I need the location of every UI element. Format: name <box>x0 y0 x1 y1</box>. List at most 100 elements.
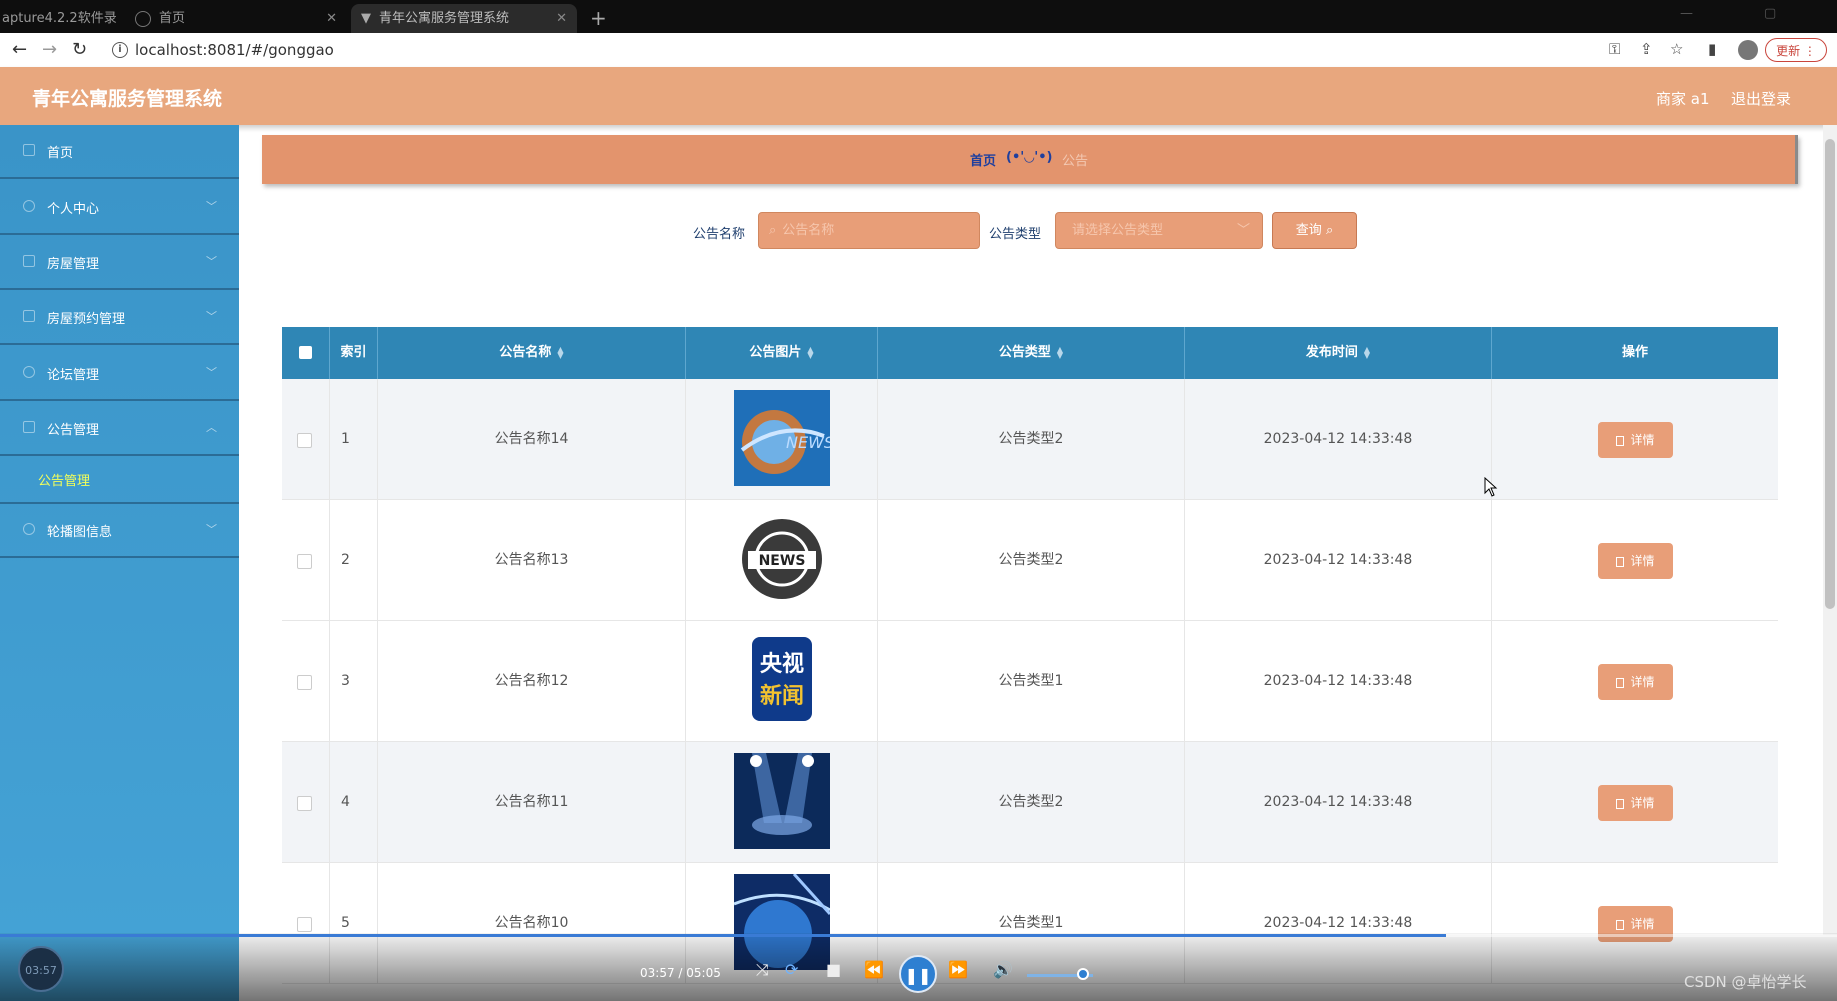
sidebar-subitem-notice[interactable]: 公告管理 <box>0 456 239 504</box>
list-icon <box>23 255 35 267</box>
row-index: 2 <box>330 500 378 620</box>
key-icon[interactable]: ⚿ <box>1609 40 1620 58</box>
video-progress-bar[interactable] <box>0 934 1837 937</box>
tab-recorder[interactable]: apture4.2.2软件录制 <box>0 4 125 55</box>
sidebar-item-booking[interactable]: 房屋预约管理 ﹀ <box>0 291 239 345</box>
col-image[interactable]: 公告图片 ▲ ▼ <box>686 327 878 379</box>
logout-link[interactable]: 退出登录 <box>1731 88 1791 109</box>
current-user: 商家 a1 <box>1656 90 1710 108</box>
url-text[interactable]: localhost:8081/#/gonggao <box>135 41 334 59</box>
player-time-badge: 03:57 <box>18 946 64 992</box>
detail-button[interactable]: 详情 <box>1598 543 1673 579</box>
detail-label: 详情 <box>1630 796 1655 810</box>
sidebar-item-notice[interactable]: 公告管理 ︿ <box>0 402 239 456</box>
sidebar-item-label: 个人中心 <box>47 202 100 217</box>
app-header: 青年公寓服务管理系统 商家 a1 退出登录 <box>0 67 1837 125</box>
row-checkbox[interactable] <box>297 433 312 448</box>
sidebar: 首页 个人中心 ﹀ 房屋管理 ﹀ 房屋预约管理 ﹀ 论坛管理 ﹀ 公告管理 ︿ … <box>0 125 239 1001</box>
news-stage-image[interactable] <box>734 753 830 849</box>
notice-name-input[interactable]: ⌕ 公告名称 <box>758 212 980 249</box>
maximize-icon[interactable]: ▢ <box>1764 6 1776 21</box>
user-icon <box>23 200 35 212</box>
sidebar-item-carousel[interactable]: 轮播图信息 ﹀ <box>0 504 239 558</box>
watermark: CSDN @卓怡学长 <box>1684 973 1807 991</box>
search-icon: ⌕ <box>769 223 777 238</box>
grid-icon <box>23 421 35 433</box>
update-label: 更新 <box>1776 44 1801 58</box>
header-select-all[interactable] <box>282 327 330 379</box>
row-image-cell: 央视 新闻 <box>686 621 878 741</box>
document-icon <box>1616 556 1625 567</box>
col-type[interactable]: 公告类型 ▲ ▼ <box>878 327 1185 379</box>
breadcrumb-home[interactable]: 首页 <box>970 150 996 169</box>
stop-icon[interactable]: ■ <box>826 960 841 979</box>
forward-icon[interactable]: → <box>42 39 57 60</box>
page-scrollbar[interactable] <box>1823 125 1837 935</box>
row-name: 公告名称12 <box>378 621 686 741</box>
row-image-cell: NEWS <box>686 379 878 499</box>
table-row: 3 公告名称12 央视 新闻 公告类型1 2023-04-12 14:33:48… <box>282 621 1778 742</box>
sort-icon[interactable]: ▲ ▼ <box>807 345 813 359</box>
col-action: 操作 <box>1492 327 1778 379</box>
sidepanel-icon[interactable]: ▮ <box>1708 40 1716 58</box>
video-progress-fill <box>0 934 1446 937</box>
news-globe-image[interactable]: NEWS <box>734 390 830 486</box>
tab-app[interactable]: ▼ 青年公寓服务管理系统 ✕ <box>351 4 577 33</box>
sort-icon[interactable]: ▲ ▼ <box>557 345 563 359</box>
close-icon[interactable]: ✕ <box>326 4 337 33</box>
star-icon[interactable]: ☆ <box>1670 40 1683 58</box>
vue-icon: ▼ <box>361 11 371 26</box>
col-label: 公告类型 <box>998 345 1051 360</box>
tab-home[interactable]: 首页 ✕ <box>125 4 347 33</box>
col-name[interactable]: 公告名称 ▲ ▼ <box>378 327 686 379</box>
profile-avatar[interactable] <box>1738 40 1758 60</box>
minimize-icon[interactable]: — <box>1680 6 1693 21</box>
detail-label: 详情 <box>1630 433 1655 447</box>
notice-type-select[interactable]: 请选择公告类型 ﹀ <box>1055 212 1263 249</box>
row-checkbox[interactable] <box>297 796 312 811</box>
table-row: 1 公告名称14 NEWS 公告类型2 2023-04-12 14:33:48 … <box>282 379 1778 500</box>
breadcrumb-separator: (•'◡'•) <box>1006 150 1053 165</box>
col-label: 操作 <box>1621 345 1648 360</box>
news-badge-image[interactable]: NEWS <box>734 511 830 607</box>
row-checkbox[interactable] <box>297 917 312 932</box>
scrollbar-thumb[interactable] <box>1825 139 1835 609</box>
sidebar-item-home[interactable]: 首页 <box>0 125 239 179</box>
fast-forward-icon[interactable]: ⏩ <box>948 960 968 979</box>
sidebar-item-house[interactable]: 房屋管理 ﹀ <box>0 236 239 290</box>
info-icon[interactable]: i <box>112 42 128 58</box>
new-tab-button[interactable]: + <box>590 4 607 33</box>
update-button[interactable]: 更新 ⋮ <box>1765 38 1827 62</box>
breadcrumb-current: 公告 <box>1062 154 1089 169</box>
pause-button[interactable]: ❚❚ <box>899 955 937 993</box>
sort-icon[interactable]: ▲ ▼ <box>1364 345 1370 359</box>
checkbox[interactable] <box>299 346 312 359</box>
share-icon[interactable]: ⇪ <box>1640 40 1653 58</box>
cctv-news-logo[interactable]: 央视 新闻 <box>752 637 812 721</box>
detail-button[interactable]: 详情 <box>1598 664 1673 700</box>
back-icon[interactable]: ← <box>12 39 27 60</box>
document-icon <box>1616 435 1625 446</box>
detail-button[interactable]: 详情 <box>1598 785 1673 821</box>
row-index: 3 <box>330 621 378 741</box>
sidebar-item-forum[interactable]: 论坛管理 ﹀ <box>0 347 239 401</box>
notice-type-label: 公告类型 <box>989 227 1042 242</box>
col-label: 索引 <box>340 345 367 360</box>
volume-knob[interactable] <box>1077 968 1090 980</box>
row-checkbox[interactable] <box>297 554 312 569</box>
query-label: 查询 <box>1295 223 1322 238</box>
shuffle-icon[interactable]: ⤨ <box>756 960 769 980</box>
close-icon[interactable]: ✕ <box>556 4 567 33</box>
detail-button[interactable]: 详情 <box>1598 422 1673 458</box>
sidebar-item-profile[interactable]: 个人中心 ﹀ <box>0 181 239 235</box>
loop-icon[interactable]: ⟳ <box>785 960 798 979</box>
reload-icon[interactable]: ↻ <box>72 39 87 60</box>
select-placeholder: 请选择公告类型 <box>1072 223 1164 238</box>
svg-text:新闻: 新闻 <box>760 683 804 709</box>
rewind-icon[interactable]: ⏪ <box>864 960 884 979</box>
sort-icon[interactable]: ▲ ▼ <box>1057 345 1063 359</box>
volume-icon[interactable]: 🔊 <box>993 960 1013 979</box>
query-button[interactable]: 查询 ⌕ <box>1272 212 1357 249</box>
row-checkbox[interactable] <box>297 675 312 690</box>
col-time[interactable]: 发布时间 ▲ ▼ <box>1185 327 1492 379</box>
